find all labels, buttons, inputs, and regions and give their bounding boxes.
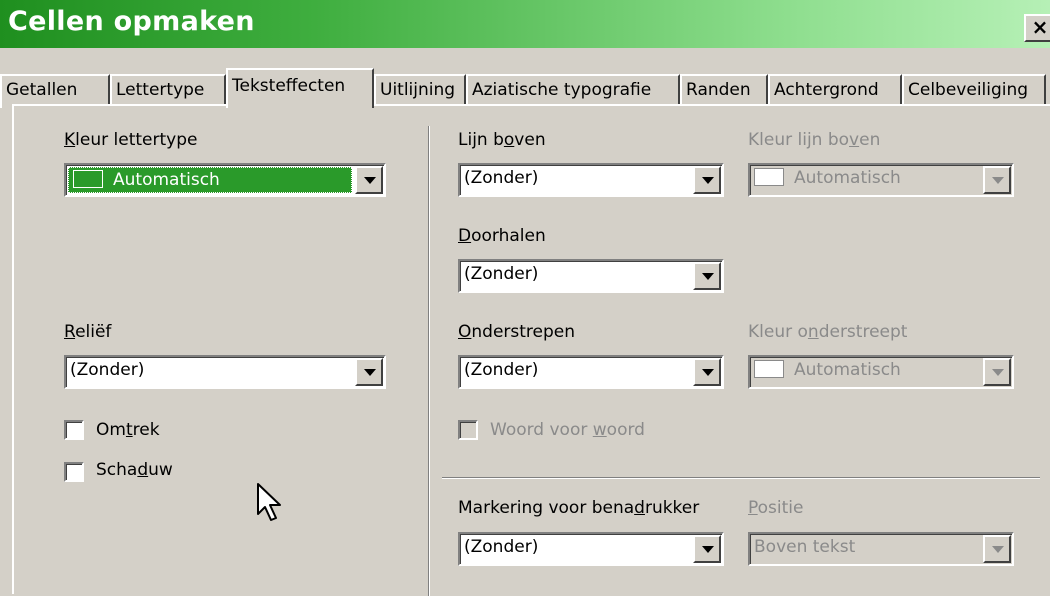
font-color-select[interactable]: Automatisch	[64, 163, 386, 197]
chevron-down-icon[interactable]	[983, 358, 1011, 386]
overline-color-select[interactable]: Automatisch	[748, 163, 1014, 197]
position-value: Boven tekst	[754, 537, 856, 557]
emphasis-label: Markering voor benadrukker	[458, 498, 700, 518]
word-by-word-checkbox[interactable]	[458, 420, 478, 440]
underline-color-select[interactable]: Automatisch	[748, 355, 1014, 389]
color-swatch	[73, 170, 103, 188]
overline-value: (Zonder)	[464, 168, 539, 188]
relief-value: (Zonder)	[70, 360, 145, 380]
tab-uitlijning[interactable]: Uitlijning	[374, 74, 466, 108]
relief-select[interactable]: (Zonder)	[64, 355, 386, 389]
tab-randen[interactable]: Randen	[680, 74, 768, 108]
chevron-down-icon[interactable]	[983, 535, 1011, 563]
window-title: Cellen opmaken	[8, 6, 255, 37]
overline-label: Lijn boven	[458, 130, 546, 150]
underline-select[interactable]: (Zonder)	[458, 355, 724, 389]
shadow-label: Schaduw	[96, 460, 173, 480]
strikethrough-value: (Zonder)	[464, 264, 539, 284]
shadow-checkbox[interactable]	[64, 462, 84, 482]
strikethrough-select[interactable]: (Zonder)	[458, 259, 724, 293]
emphasis-select[interactable]: (Zonder)	[458, 532, 724, 566]
tab-getallen[interactable]: Getallen	[0, 74, 110, 108]
title-bar: Cellen opmaken ×	[0, 0, 1050, 48]
close-button[interactable]: ×	[1024, 14, 1050, 42]
overline-color-label: Kleur lijn boven	[748, 130, 881, 150]
chevron-down-icon[interactable]	[693, 535, 721, 563]
chevron-down-icon[interactable]	[693, 358, 721, 386]
chevron-down-icon[interactable]	[355, 358, 383, 386]
outline-checkbox[interactable]	[64, 420, 84, 440]
position-select[interactable]: Boven tekst	[748, 532, 1014, 566]
tab-teksteffecten[interactable]: Teksteffecten	[226, 68, 374, 108]
underline-label: Onderstrepen	[458, 322, 576, 342]
chevron-down-icon[interactable]	[355, 166, 383, 194]
overline-select[interactable]: (Zonder)	[458, 163, 724, 197]
outline-label: Omtrek	[96, 420, 160, 440]
tab-celbeveiliging[interactable]: Celbeveiliging	[902, 74, 1046, 108]
color-swatch	[754, 360, 784, 378]
mouse-cursor-icon	[257, 483, 281, 521]
color-swatch	[754, 168, 784, 186]
word-by-word-label: Woord voor woord	[490, 420, 645, 440]
overline-color-value: Automatisch	[794, 168, 901, 188]
relief-label: Reliëf	[64, 322, 112, 342]
position-label: Positie	[748, 498, 804, 518]
strikethrough-label: Doorhalen	[458, 226, 546, 246]
emphasis-value: (Zonder)	[464, 537, 539, 557]
underline-color-label: Kleur onderstreept	[748, 322, 908, 342]
underline-value: (Zonder)	[464, 360, 539, 380]
underline-color-value: Automatisch	[794, 360, 901, 380]
tab-lettertype[interactable]: Lettertype	[110, 74, 226, 108]
chevron-down-icon[interactable]	[693, 262, 721, 290]
tab-aziatische-typografie[interactable]: Aziatische typografie	[466, 74, 680, 108]
close-icon: ×	[1031, 15, 1049, 39]
vertical-separator	[428, 126, 430, 596]
tab-strip: Getallen Lettertype Teksteffecten Uitlij…	[0, 68, 1050, 108]
font-color-label: Kleur lettertype	[64, 130, 198, 150]
tab-achtergrond[interactable]: Achtergrond	[768, 74, 902, 108]
chevron-down-icon[interactable]	[983, 166, 1011, 194]
font-color-value: Automatisch	[113, 170, 220, 190]
horizontal-separator	[442, 477, 1040, 479]
chevron-down-icon[interactable]	[693, 166, 721, 194]
